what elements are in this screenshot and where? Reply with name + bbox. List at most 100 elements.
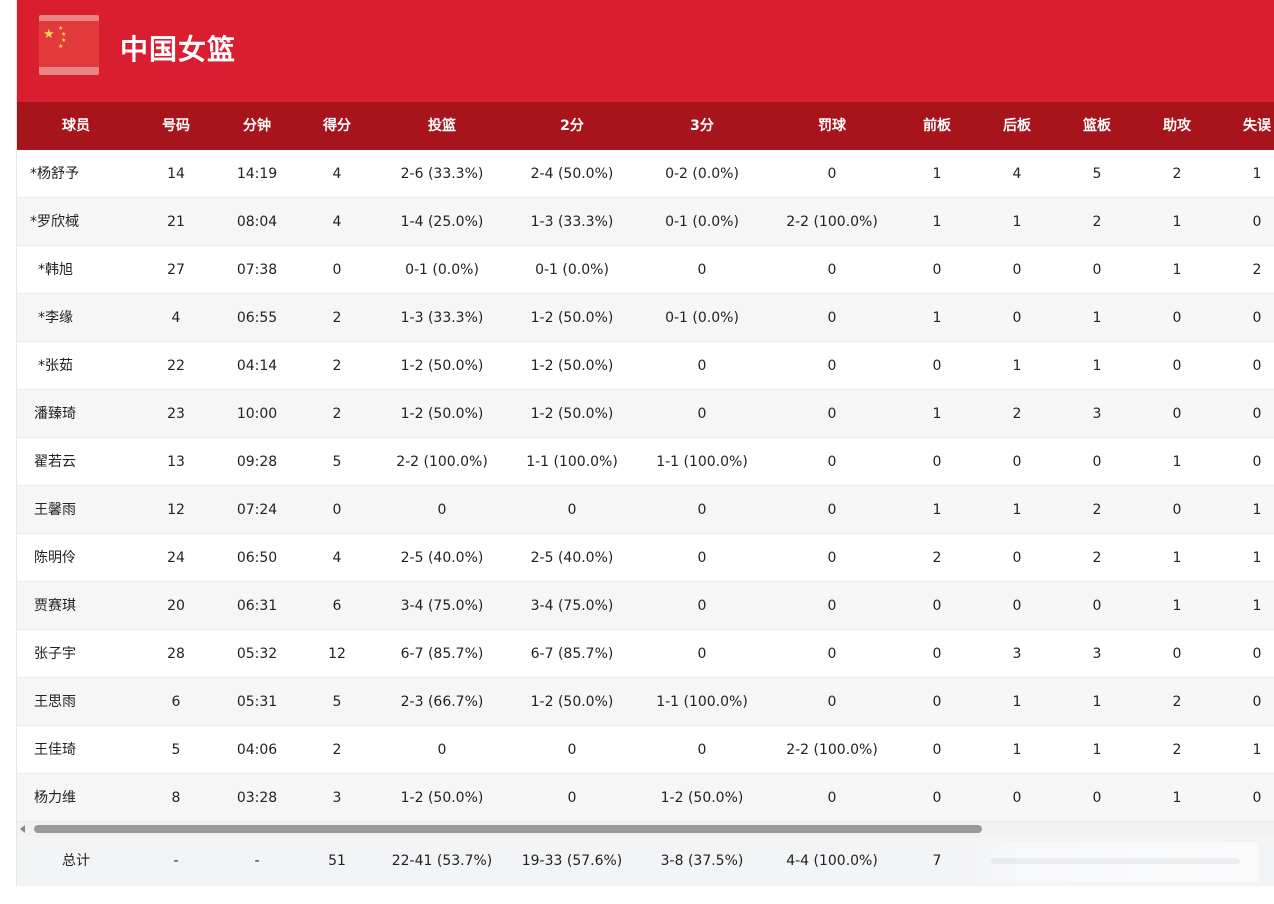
player-name: 王佳琦 [34, 742, 76, 758]
table-row[interactable]: 潘臻琦 23 10:00 2 1-2 (50.0%) 1-2 (50.0%) 0 0 1 2 3 0 0 [17, 390, 1274, 438]
stat-three-pt: 0-2 (0.0%) [665, 166, 739, 182]
stat-three-pt: 0 [697, 502, 707, 518]
stat-minutes: 03:28 [236, 790, 278, 806]
stat-points: 0 [332, 502, 342, 518]
stat-minutes: 04:06 [236, 742, 278, 758]
stat-oreb: 0 [932, 454, 942, 470]
stat-three-pt: 0 [697, 742, 707, 758]
stat-two-pt: 3-4 (75.0%) [530, 598, 614, 614]
stat-fg: 0 [437, 742, 447, 758]
totals-points: 51 [328, 853, 346, 869]
stat-reb: 3 [1092, 646, 1102, 662]
table-row[interactable]: *罗欣棫 21 08:04 4 1-4 (25.0%) 1-3 (33.3%) 0-1 (0… [17, 198, 1274, 246]
table-row[interactable]: 陈明伶 24 06:50 4 2-5 (40.0%) 2-5 (40.0%) 0 0 2 0 2 1 1 [17, 534, 1274, 582]
stat-fg: 2-6 (33.3%) [400, 166, 484, 182]
stat-ft: 0 [827, 406, 837, 422]
stat-minutes: 07:38 [236, 262, 278, 278]
stat-two-pt: 6-7 (85.7%) [530, 646, 614, 662]
stat-fg: 2-2 (100.0%) [396, 454, 488, 470]
table-row[interactable]: 张子宇 28 05:32 12 6-7 (85.7%) 6-7 (85.7%) 0 0 0 3 3 0… [17, 630, 1274, 678]
stat-minutes: 14:19 [236, 166, 278, 182]
column-header-reb: 篮板 [1083, 118, 1111, 134]
player-name: *罗欣棫 [30, 214, 79, 230]
stat-oreb: 2 [932, 550, 942, 566]
stat-tov: 0 [1252, 454, 1262, 470]
player-name: *张茹 [38, 358, 73, 374]
stat-three-pt: 0 [697, 550, 707, 566]
stat-two-pt: 1-2 (50.0%) [530, 694, 614, 710]
stat-minutes: 05:31 [236, 694, 278, 710]
stat-fg: 1-2 (50.0%) [400, 406, 484, 422]
column-header-minutes: 分钟 [243, 118, 271, 134]
stat-oreb: 0 [932, 742, 942, 758]
table-row[interactable]: 王佳琦 5 04:06 2 0 0 0 2-2 (100.0%) 0 1 1 2 1 [17, 726, 1274, 774]
stat-two-pt: 2-5 (40.0%) [530, 550, 614, 566]
team-stats-panel: ★ ★ ★ ★ ★ 中国女篮 球员 号码 分钟 得分 投篮 2分 3分 罚球 前板 后板 篮板 助攻 失… [16, 0, 1274, 886]
stat-ft: 2-2 (100.0%) [786, 742, 878, 758]
stat-number: 13 [167, 454, 185, 470]
stat-ft: 0 [827, 454, 837, 470]
stat-number: 4 [171, 310, 181, 326]
table-row[interactable]: 翟若云 13 09:28 5 2-2 (100.0%) 1-1 (100.0%) 1-1 (… [17, 438, 1274, 486]
stat-ast: 0 [1172, 406, 1182, 422]
stat-three-pt: 0 [697, 646, 707, 662]
stat-fg: 0 [437, 502, 447, 518]
stat-three-pt: 1-1 (100.0%) [656, 694, 748, 710]
table-row[interactable]: *韩旭 27 07:38 0 0-1 (0.0%) 0-1 (0.0%) 0 0 0 0 0 1 2 [17, 246, 1274, 294]
stat-ast: 1 [1172, 550, 1182, 566]
stat-oreb: 1 [932, 502, 942, 518]
stat-number: 24 [167, 550, 185, 566]
stat-ast: 1 [1172, 790, 1182, 806]
stat-points: 2 [332, 358, 342, 374]
stat-minutes: 06:55 [236, 310, 278, 326]
player-name: 潘臻琦 [34, 406, 76, 422]
table-row[interactable]: 王思雨 6 05:31 5 2-3 (66.7%) 1-2 (50.0%) 1-1 (100… [17, 678, 1274, 726]
stat-tov: 1 [1252, 550, 1262, 566]
team-header: ★ ★ ★ ★ ★ 中国女篮 [17, 0, 1274, 102]
column-header-two-pt: 2分 [560, 118, 584, 134]
stat-dreb: 0 [1012, 262, 1022, 278]
stat-reb: 1 [1092, 742, 1102, 758]
stat-points: 3 [332, 790, 342, 806]
stat-dreb: 0 [1012, 598, 1022, 614]
stat-three-pt: 1-1 (100.0%) [656, 454, 748, 470]
player-name: 张子宇 [34, 646, 76, 662]
table-row[interactable]: 王馨雨 12 07:24 0 0 0 0 0 1 1 2 0 1 [17, 486, 1274, 534]
column-header-tov: 失误 [1243, 118, 1271, 134]
table-row[interactable]: *张茹 22 04:14 2 1-2 (50.0%) 1-2 (50.0%) 0 0 0 1 1 0 0 [17, 342, 1274, 390]
stat-ft: 0 [827, 358, 837, 374]
player-name: *韩旭 [38, 262, 73, 278]
stat-minutes: 10:00 [236, 406, 278, 422]
stat-tov: 1 [1252, 598, 1262, 614]
table-row[interactable]: *杨舒予 14 14:19 4 2-6 (33.3%) 2-4 (50.0%) 0-2 (0… [17, 150, 1274, 198]
stat-points: 2 [332, 406, 342, 422]
stat-minutes: 06:50 [236, 550, 278, 566]
stat-ft: 0 [827, 262, 837, 278]
totals-two: 19-33 (57.6%) [521, 853, 623, 869]
totals-fg: 22-41 (53.7%) [391, 853, 493, 869]
stat-ast: 0 [1172, 310, 1182, 326]
table-row[interactable]: *李缘 4 06:55 2 1-3 (33.3%) 1-2 (50.0%) 0-1 (0.0… [17, 294, 1274, 342]
stat-fg: 3-4 (75.0%) [400, 598, 484, 614]
stat-dreb: 1 [1012, 214, 1022, 230]
stat-three-pt: 0-1 (0.0%) [665, 310, 739, 326]
blurred-streak [990, 858, 1240, 864]
stat-oreb: 0 [932, 646, 942, 662]
stat-two-pt: 0 [567, 742, 577, 758]
stat-ast: 1 [1172, 598, 1182, 614]
stat-ast: 2 [1172, 694, 1182, 710]
stat-dreb: 1 [1012, 502, 1022, 518]
horizontal-scrollbar[interactable] [17, 822, 1274, 836]
table-row[interactable]: 杨力维 8 03:28 3 1-2 (50.0%) 0 1-2 (50.0%) 0 0 0 0 1 0 [17, 774, 1274, 822]
player-name: 翟若云 [34, 454, 76, 470]
column-header-three-pt: 3分 [690, 118, 714, 134]
stat-ast: 2 [1172, 742, 1182, 758]
column-header-ast: 助攻 [1163, 118, 1191, 134]
column-header-ft: 罚球 [818, 118, 846, 134]
stat-reb: 0 [1092, 790, 1102, 806]
stat-oreb: 0 [932, 262, 942, 278]
scroll-left-arrow-icon[interactable] [20, 825, 25, 833]
table-row[interactable]: 贾赛琪 20 06:31 6 3-4 (75.0%) 3-4 (75.0%) 0 0 0 0 0 1 1 [17, 582, 1274, 630]
scrollbar-thumb[interactable] [34, 825, 982, 833]
totals-oreb: 7 [932, 853, 942, 869]
